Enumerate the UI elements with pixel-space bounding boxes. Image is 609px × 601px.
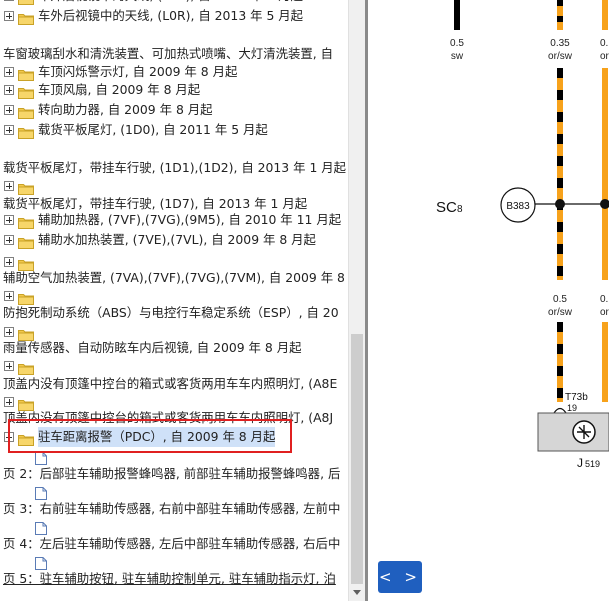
page-link-label[interactable]: 页 3：右前驻车辅助传感器, 右前中部驻车辅助传感器, 左前中 — [3, 499, 340, 519]
expand-icon[interactable] — [4, 85, 14, 95]
wire-color-left: sw — [451, 51, 464, 62]
wire-gauge-center-2: 0.5 — [553, 294, 567, 305]
tree-row[interactable]: 雨量传感器、自动防眩车内后视镜, 自 2009 年 8 月起 — [0, 338, 348, 358]
wire-gauge-center: 0.35 — [550, 38, 570, 49]
tree-row[interactable]: 载货平板尾灯, (1D0), 自 2011 年 5 月起 — [0, 120, 348, 140]
tree-row[interactable]: 辅助加热器, (7VF),(7VG),(9M5), 自 2010 年 11 月起 — [0, 210, 348, 230]
folder-icon — [18, 181, 34, 195]
document-icon — [35, 555, 47, 570]
folder-icon — [18, 0, 34, 5]
expand-icon[interactable] — [4, 105, 14, 115]
expand-icon[interactable] — [4, 257, 14, 267]
scroll-down-arrow-icon[interactable] — [353, 590, 361, 595]
tree-item-label[interactable]: 车窗玻璃刮水和清洗装置、可加热式喷嘴、大灯清洗装置, 自 — [3, 44, 333, 64]
control-unit-label: J — [577, 456, 583, 470]
folder-icon — [18, 235, 34, 249]
tree-item-label[interactable]: 车顶闪烁警示灯, 自 2009 年 8 月起 — [38, 62, 237, 82]
wiring-diagram: 0.5 sw 0.35 or/sw 0.5 or/sw 0. or 0. or … — [368, 0, 609, 601]
expand-icon[interactable] — [4, 361, 14, 371]
tree-item-label[interactable]: 载货平板尾灯，带挂车行驶, (1D1),(1D2), 自 2013 年 1 月起 — [3, 158, 346, 178]
tree-row[interactable]: 辅助空气加热装置, (7VA),(7VF),(7VG),(7VM), 自 200… — [0, 268, 348, 288]
tree-row[interactable] — [0, 176, 348, 196]
folder-icon — [18, 215, 34, 229]
tree-item-label[interactable]: 防抱死制动系统（ABS）与电控行车稳定系统（ESP）, 自 20 — [3, 303, 339, 323]
expand-icon[interactable] — [4, 215, 14, 225]
expand-icon[interactable] — [4, 327, 14, 337]
expand-icon[interactable] — [4, 397, 14, 407]
connector-label: B383 — [506, 201, 530, 212]
expand-icon[interactable] — [4, 181, 14, 191]
page-link-label[interactable]: 页 4：左后驻车辅助传感器, 左后中部驻车辅助传感器, 右后中 — [3, 534, 340, 554]
wire-color-right-2: or — [600, 307, 609, 318]
tree-scrollbar[interactable] — [348, 0, 365, 601]
tree-item-label[interactable]: 辅助加热器, (7VF),(7VG),(9M5), 自 2010 年 11 月起 — [38, 210, 341, 230]
tree-row[interactable]: 防抱死制动系统（ABS）与电控行车稳定系统（ESP）, 自 20 — [0, 303, 348, 323]
tree-item-label[interactable]: 顶盖内没有顶篷中控台的箱式或客货两用车车内照明灯, (A8E — [3, 374, 337, 394]
wire-color-center: or/sw — [548, 51, 573, 62]
tree-row[interactable]: 车顶闪烁警示灯, 自 2009 年 8 月起 — [0, 62, 348, 82]
document-icon — [35, 485, 47, 500]
highlight-box — [8, 419, 292, 453]
folder-icon — [18, 85, 34, 99]
folder-icon — [18, 361, 34, 375]
expand-icon[interactable] — [4, 0, 14, 1]
tree-row[interactable]: 车顶风扇, 自 2009 年 8 月起 — [0, 80, 348, 100]
wire-gauge-right: 0. — [600, 38, 608, 49]
tree-row[interactable]: 辅助水加热装置, (7VE),(7VL), 自 2009 年 8 月起 — [0, 230, 348, 250]
folder-icon — [18, 125, 34, 139]
expand-icon[interactable] — [4, 291, 14, 301]
fuse-label: SC — [436, 199, 457, 216]
tree-row[interactable]: 载货平板尾灯，带挂车行驶, (1D1),(1D2), 自 2013 年 1 月起 — [0, 158, 348, 178]
folder-icon — [18, 11, 34, 25]
control-unit-sub: 519 — [585, 459, 600, 469]
wire-color-center-2: or/sw — [548, 307, 573, 318]
component-tree: 车外后视镜中的天线, (LRE), 自 2013 年 5 月起车外后视镜中的天线… — [0, 0, 348, 601]
expand-icon[interactable] — [4, 125, 14, 135]
page-link-label[interactable]: 页 2：后部驻车辅助报警蜂鸣器, 前部驻车辅助报警蜂鸣器, 后 — [3, 464, 340, 484]
tree-row[interactable]: 转向助力器, 自 2009 年 8 月起 — [0, 100, 348, 120]
wire-gauge-right-2: 0. — [600, 294, 608, 305]
wire-gauge-left: 0.5 — [450, 38, 464, 49]
tree-item-label[interactable]: 辅助空气加热装置, (7VA),(7VF),(7VG),(7VM), 自 200… — [3, 268, 345, 288]
scrollbar-thumb[interactable] — [351, 334, 363, 584]
folder-icon — [18, 291, 34, 305]
tree-item-label[interactable]: 辅助水加热装置, (7VE),(7VL), 自 2009 年 8 月起 — [38, 230, 316, 250]
folder-icon — [18, 67, 34, 81]
pin-number: 19 — [567, 403, 577, 413]
tree-item-label[interactable]: 转向助力器, 自 2009 年 8 月起 — [38, 100, 213, 120]
wire-black-left — [454, 0, 460, 30]
expand-icon[interactable] — [4, 11, 14, 21]
tree-item-label[interactable]: 车顶风扇, 自 2009 年 8 月起 — [38, 80, 200, 100]
document-icon — [35, 520, 47, 535]
tree-row[interactable]: 车窗玻璃刮水和清洗装置、可加热式喷嘴、大灯清洗装置, 自 — [0, 44, 348, 64]
expand-icon[interactable] — [4, 67, 14, 77]
folder-icon — [18, 105, 34, 119]
tree-item-label[interactable]: 雨量传感器、自动防眩车内后视镜, 自 2009 年 8 月起 — [3, 338, 301, 358]
expand-icon[interactable] — [4, 235, 14, 245]
tree-item-label[interactable]: 车外后视镜中的天线, (L0R), 自 2013 年 5 月起 — [38, 6, 303, 26]
tree-row[interactable]: 车外后视镜中的天线, (L0R), 自 2013 年 5 月起 — [0, 6, 348, 26]
page-nav-button[interactable]: < > — [378, 561, 422, 593]
wire-color-right: or — [600, 51, 609, 62]
junction-dot-right — [600, 199, 609, 209]
tree-row[interactable]: 顶盖内没有顶篷中控台的箱式或客货两用车车内照明灯, (A8E — [0, 374, 348, 394]
pin-arc — [553, 407, 567, 414]
pin-label: T73b — [565, 392, 588, 403]
tree-item-label[interactable]: 载货平板尾灯, (1D0), 自 2011 年 5 月起 — [38, 120, 268, 140]
page-link-label[interactable]: 页 5：驻车辅助按钮, 驻车辅助控制单元, 驻车辅助指示灯, 泊 — [3, 569, 336, 589]
tree-row[interactable] — [0, 356, 348, 376]
junction-dot-center — [555, 199, 565, 209]
fuse-label-sub: 8 — [457, 204, 463, 215]
